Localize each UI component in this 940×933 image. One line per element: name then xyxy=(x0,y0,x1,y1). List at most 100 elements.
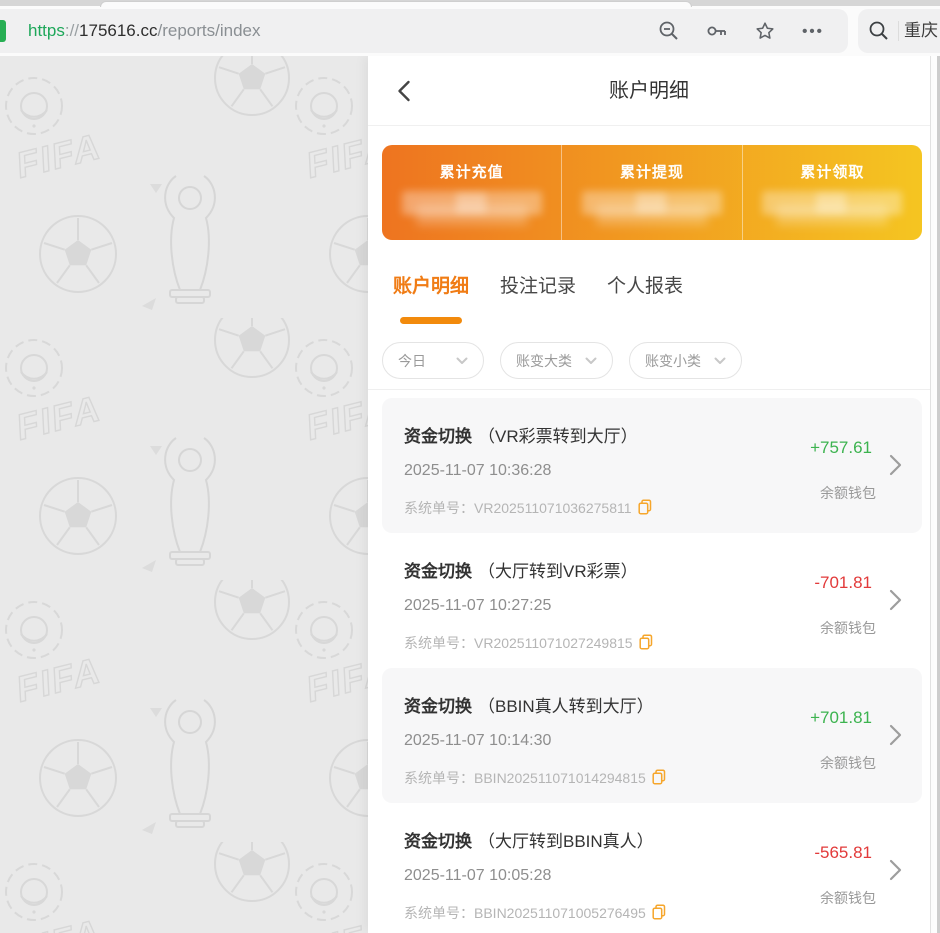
summary-deposit: 累计充值 xyxy=(382,145,561,240)
url-text[interactable]: https://175616.cc/reports/index xyxy=(28,9,260,53)
copy-icon[interactable] xyxy=(638,499,652,518)
transaction-title: 资金切换 （大厅转到BBIN真人） xyxy=(404,827,654,852)
section-divider xyxy=(368,389,930,390)
transaction-row[interactable]: 资金切换 （大厅转到VR彩票） 2025-11-07 10:27:25 系统单号：… xyxy=(382,533,922,668)
chevron-down-icon xyxy=(714,357,726,365)
filter-minor-category-dropdown[interactable]: 账变小类 xyxy=(629,342,742,379)
order-label: 系统单号： xyxy=(404,770,474,786)
active-tab-underline xyxy=(400,317,462,324)
copy-icon[interactable] xyxy=(652,904,666,923)
tab-personal-report[interactable]: 个人报表 xyxy=(607,274,683,300)
back-chevron-icon xyxy=(397,80,411,102)
chevron-right-icon[interactable] xyxy=(889,859,902,886)
chevron-right-icon[interactable] xyxy=(889,454,902,481)
masked-value xyxy=(402,191,542,227)
transaction-amount: +701.81 xyxy=(810,708,872,728)
search-keyword[interactable]: 重庆 xyxy=(904,9,938,53)
back-button[interactable] xyxy=(390,77,418,105)
summary-claim: 累计领取 xyxy=(742,145,922,240)
transaction-row[interactable]: 资金切换 （VR彩票转到大厅） 2025-11-07 10:36:28 系统单号：… xyxy=(382,398,922,533)
order-number: BBIN202511071005276495 xyxy=(474,905,646,921)
url-scheme: https xyxy=(28,21,65,40)
wallet-label: 余额钱包 xyxy=(820,483,876,503)
bookmark-star-icon[interactable] xyxy=(752,18,778,44)
filter-label: 今日 xyxy=(398,351,426,371)
chevron-down-icon xyxy=(585,357,597,365)
filter-date-dropdown[interactable]: 今日 xyxy=(382,342,484,379)
account-detail-panel: 账户明细 累计充值 累计提现 累计领取 账户明细 投注记录 个人报表 今日 账变… xyxy=(368,56,930,933)
transaction-order: 系统单号：VR202511071036275811 xyxy=(404,498,652,518)
zoom-out-icon[interactable] xyxy=(656,18,682,44)
quick-search-box[interactable]: 重庆 xyxy=(858,9,940,53)
transaction-order: 系统单号：VR202511071027249815 xyxy=(404,633,653,653)
transaction-title: 资金切换 （大厅转到VR彩票） xyxy=(404,557,638,582)
wallet-label: 余额钱包 xyxy=(820,888,876,908)
order-number: VR202511071036275811 xyxy=(474,500,632,516)
order-label: 系统单号： xyxy=(404,500,474,516)
copy-icon[interactable] xyxy=(639,634,653,653)
search-divider xyxy=(898,21,899,41)
transaction-detail: （大厅转到VR彩票） xyxy=(478,562,638,581)
tab-account-detail[interactable]: 账户明细 xyxy=(393,274,469,300)
filter-label: 账变小类 xyxy=(645,351,701,371)
filter-row: 今日 账变大类 账变小类 xyxy=(382,342,742,379)
order-number: BBIN202511071014294815 xyxy=(474,770,646,786)
filter-major-category-dropdown[interactable]: 账变大类 xyxy=(500,342,613,379)
fifa-pattern-graphic: FIFA xyxy=(0,56,368,933)
copy-icon[interactable] xyxy=(652,769,666,788)
chevron-right-icon[interactable] xyxy=(889,724,902,751)
masked-value xyxy=(762,191,902,227)
transaction-datetime: 2025-11-07 10:27:25 xyxy=(404,597,551,615)
transaction-datetime: 2025-11-07 10:05:28 xyxy=(404,867,551,885)
transaction-detail: （大厅转到BBIN真人） xyxy=(478,832,654,851)
transaction-datetime: 2025-11-07 10:36:28 xyxy=(404,462,551,480)
transaction-row[interactable]: 资金切换 （大厅转到BBIN真人） 2025-11-07 10:05:28 系统单… xyxy=(382,803,922,933)
more-menu-icon[interactable]: ••• xyxy=(800,18,826,44)
chevron-right-icon[interactable] xyxy=(889,589,902,616)
transaction-title: 资金切换 （BBIN真人转到大厅） xyxy=(404,692,654,717)
transaction-detail: （BBIN真人转到大厅） xyxy=(478,697,654,716)
url-domain: 175616.cc xyxy=(79,21,157,40)
summary-label: 累计充值 xyxy=(440,161,504,182)
filter-label: 账变大类 xyxy=(516,351,572,371)
transaction-type: 资金切换 xyxy=(404,562,472,581)
browser-tab[interactable] xyxy=(100,1,692,7)
order-label: 系统单号： xyxy=(404,905,474,921)
fifa-wallpaper-background: FIFA xyxy=(0,56,368,933)
transaction-type: 资金切换 xyxy=(404,832,472,851)
key-icon[interactable] xyxy=(704,18,730,44)
transaction-row[interactable]: 资金切换 （BBIN真人转到大厅） 2025-11-07 10:14:30 系统单… xyxy=(382,668,922,803)
search-icon xyxy=(866,18,892,44)
summary-banner: 累计充值 累计提现 累计领取 xyxy=(382,145,922,240)
summary-label: 累计领取 xyxy=(800,161,864,182)
transaction-order: 系统单号：BBIN202511071014294815 xyxy=(404,768,666,788)
order-number: VR202511071027249815 xyxy=(474,635,633,651)
page-header: 账户明细 xyxy=(368,56,930,126)
transaction-order: 系统单号：BBIN202511071005276495 xyxy=(404,903,666,923)
wallet-label: 余额钱包 xyxy=(820,753,876,773)
order-label: 系统单号： xyxy=(404,635,474,651)
chevron-down-icon xyxy=(456,357,468,365)
summary-withdraw: 累计提现 xyxy=(561,145,741,240)
transaction-detail: （VR彩票转到大厅） xyxy=(478,427,638,446)
transaction-amount: -565.81 xyxy=(814,843,872,863)
url-separator: :// xyxy=(65,21,79,40)
wallet-label: 余额钱包 xyxy=(820,618,876,638)
address-bar[interactable]: https://175616.cc/reports/index ••• xyxy=(0,9,848,53)
page-title: 账户明细 xyxy=(368,56,930,126)
transaction-type: 资金切换 xyxy=(404,697,472,716)
url-path: /reports/index xyxy=(157,21,260,40)
transaction-type: 资金切换 xyxy=(404,427,472,446)
masked-value xyxy=(582,191,722,227)
site-safety-icon[interactable] xyxy=(0,20,6,42)
browser-toolbar: https://175616.cc/reports/index ••• 重庆 xyxy=(0,6,940,56)
page-scrollbar[interactable] xyxy=(930,56,940,933)
transaction-amount: +757.61 xyxy=(810,438,872,458)
transaction-amount: -701.81 xyxy=(814,573,872,593)
tab-bet-records[interactable]: 投注记录 xyxy=(500,274,576,300)
browser-tab-strip xyxy=(0,0,940,6)
transaction-datetime: 2025-11-07 10:14:30 xyxy=(404,732,551,750)
summary-label: 累计提现 xyxy=(620,161,684,182)
report-tabs: 账户明细 投注记录 个人报表 xyxy=(393,274,683,300)
transaction-title: 资金切换 （VR彩票转到大厅） xyxy=(404,422,638,447)
